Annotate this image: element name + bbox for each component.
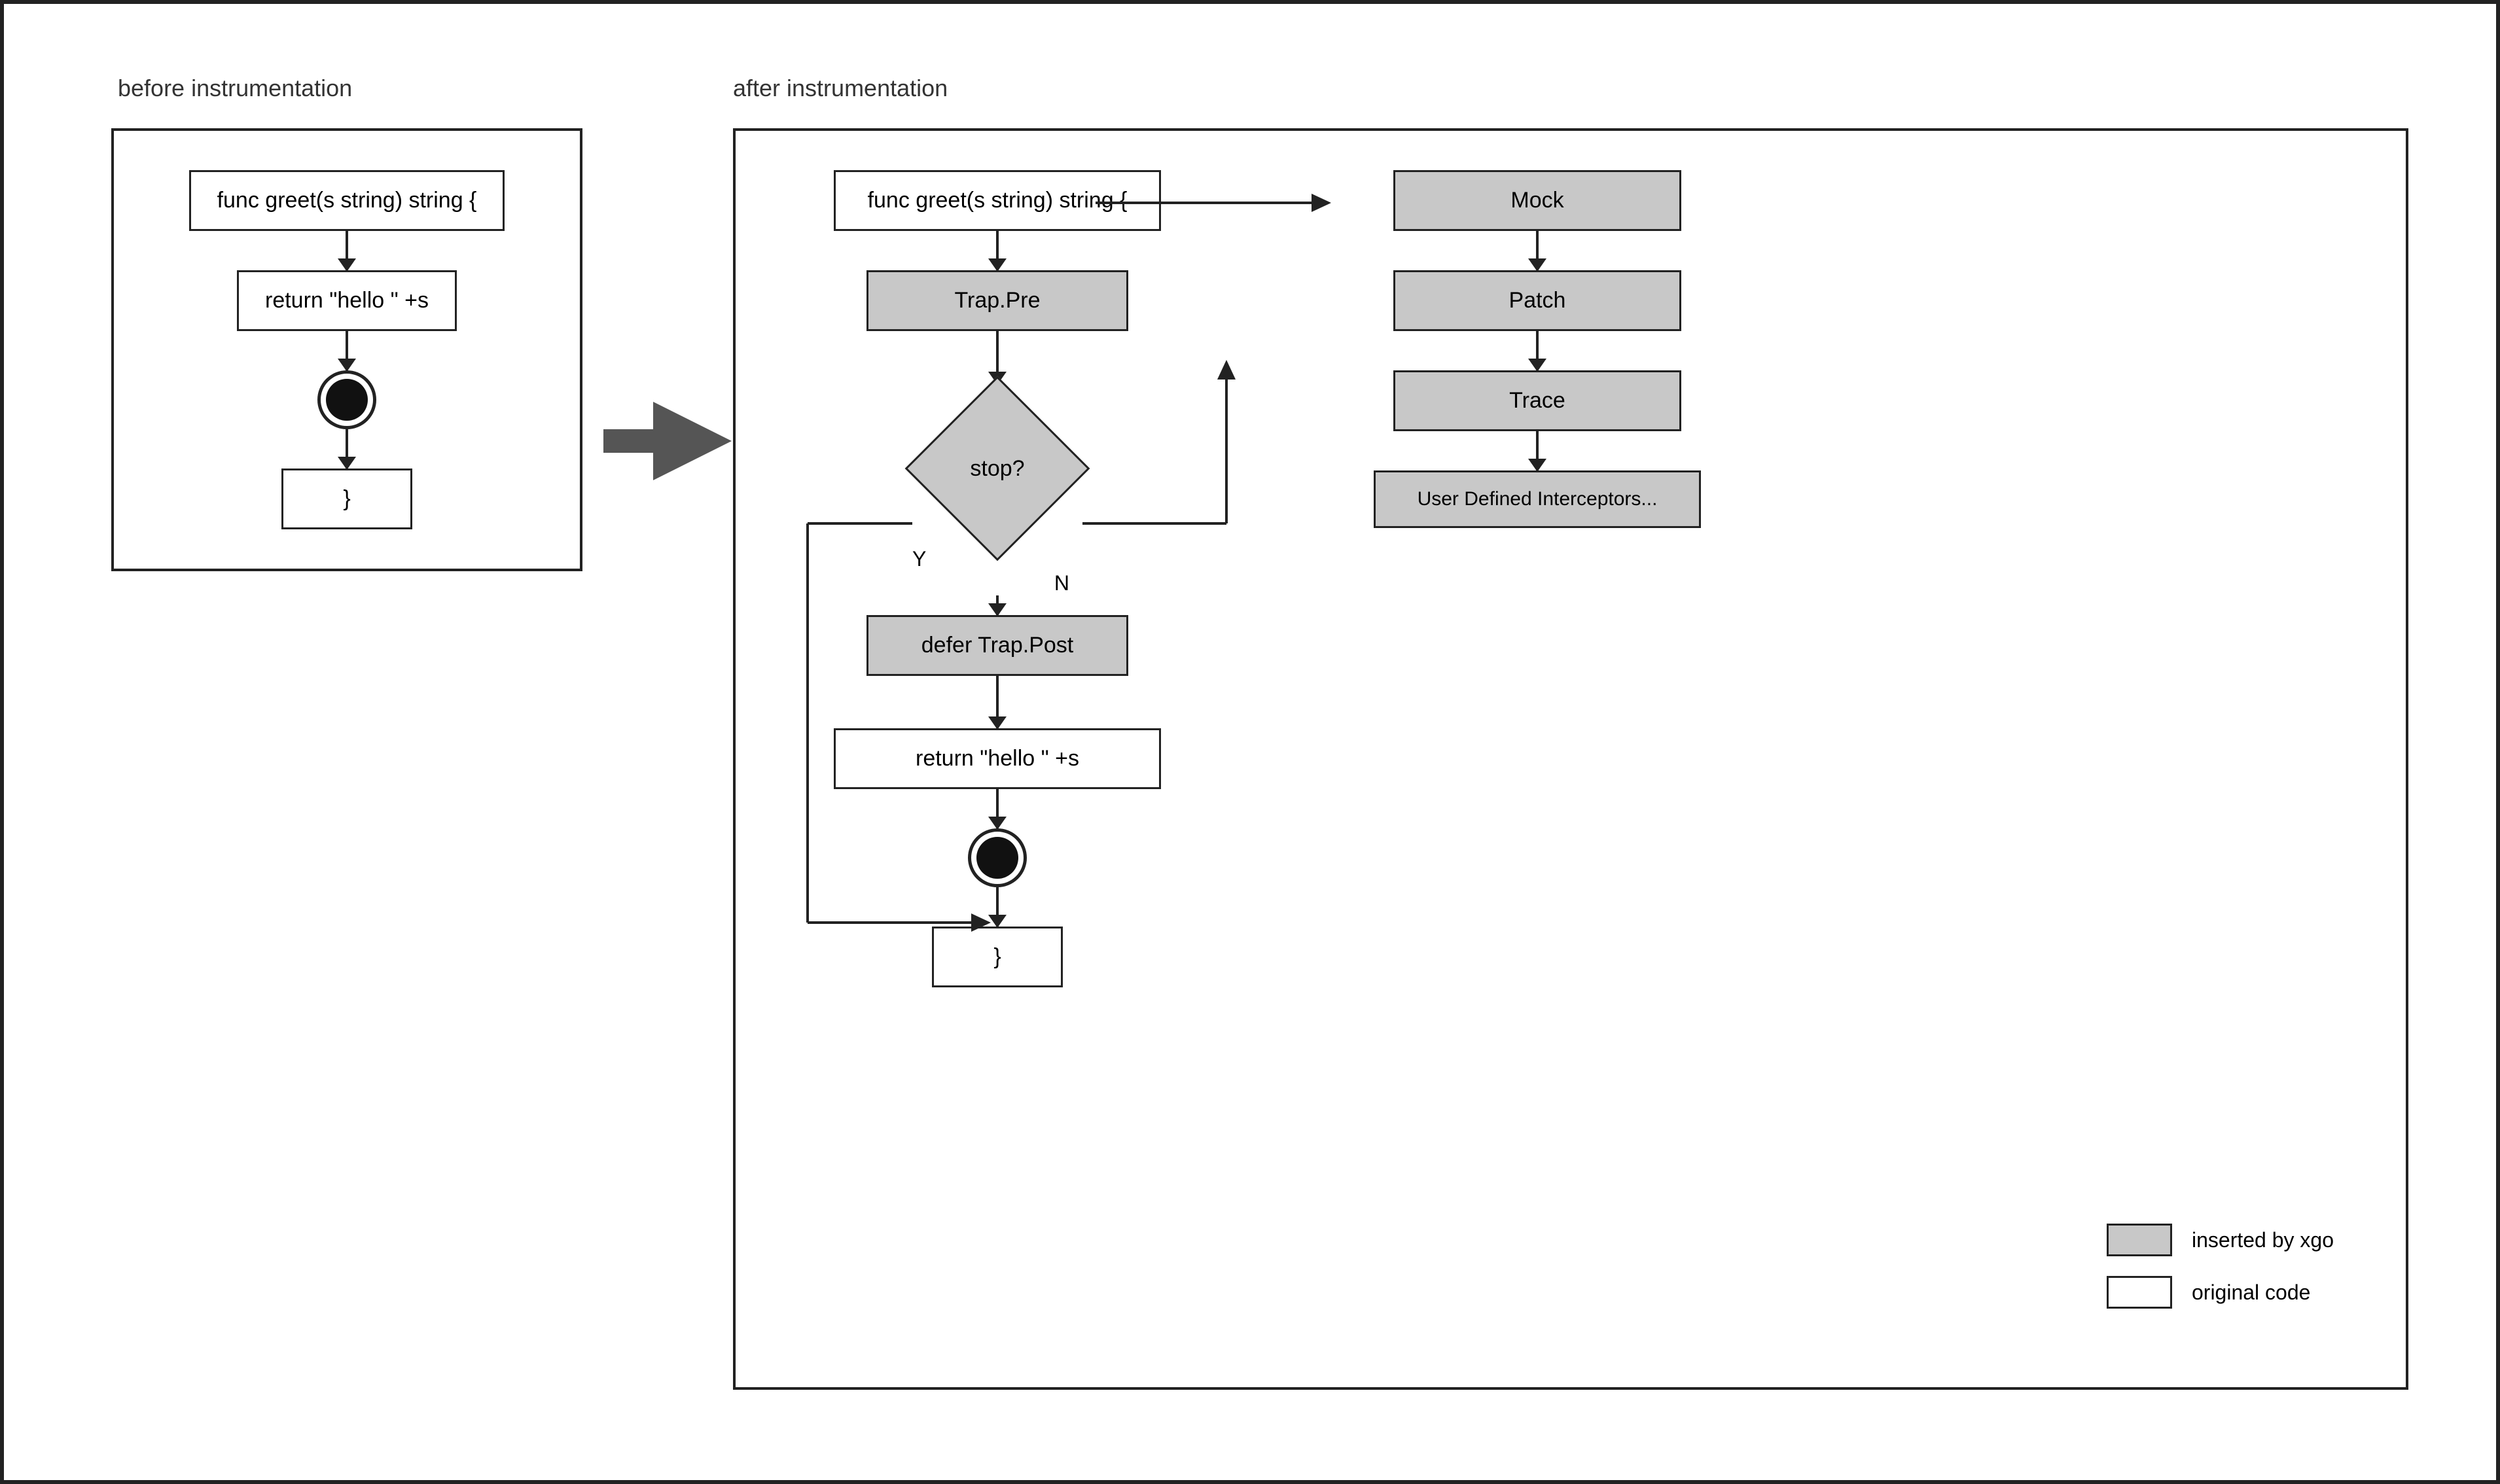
after-full-layout: func greet(s string) string { Trap.Pre s… [768,170,2373,1348]
legend-gray-box [2107,1224,2172,1256]
after-arrow-5 [996,887,999,927]
diamond-container: stop? [912,383,1082,554]
after-diagram: func greet(s string) string { Trap.Pre s… [733,128,2408,1390]
before-end-dot [326,379,368,421]
legend-white-label: original code [2192,1281,2310,1305]
after-mock: Mock [1393,170,1681,231]
after-arrow-4 [996,789,999,828]
after-end-circle [968,828,1027,887]
arrow-2 [346,331,348,370]
left-panel: before instrumentation func greet(s stri… [92,75,602,571]
after-arrow-n [996,595,999,615]
before-return: return "hello " +s [237,270,457,331]
after-closing: } [932,927,1063,987]
after-defer-trap: defer Trap.Post [866,615,1128,676]
stop-diamond-label: stop? [970,456,1024,482]
legend: inserted by xgo original code [2107,1224,2334,1309]
after-arrow-1 [996,231,999,270]
legend-white: original code [2107,1276,2334,1309]
after-arrow-3 [996,676,999,728]
after-user-defined: User Defined Interceptors... [1374,470,1701,528]
right-panel: after instrumentation func greet(s strin… [733,75,2408,1390]
before-label: before instrumentation [118,75,352,102]
after-trace: Trace [1393,370,1681,431]
before-closing: } [281,468,412,529]
legend-white-box [2107,1276,2172,1309]
side-arrow-2 [1536,331,1539,370]
after-end-dot [976,837,1018,879]
side-arrow-1 [1536,231,1539,270]
before-func-decl: func greet(s string) string { [189,170,505,231]
n-label: N [1054,571,1069,595]
after-label: after instrumentation [733,75,948,102]
transition-arrow [602,402,733,480]
after-side-col: Mock Patch Trace User Defined Intercepto… [1357,170,1717,528]
legend-gray: inserted by xgo [2107,1224,2334,1256]
n-row: N [912,571,1082,595]
after-return: return "hello " +s [834,728,1161,789]
arrow-head [653,402,732,480]
before-diagram: func greet(s string) string { return "he… [111,128,582,571]
main-container: before instrumentation func greet(s stri… [39,35,2461,1449]
after-trap-pre: Trap.Pre [866,270,1128,331]
after-main-col: func greet(s string) string { Trap.Pre s… [768,170,1226,987]
before-end-circle [317,370,376,429]
arrow-3 [346,429,348,468]
after-func-decl: func greet(s string) string { [834,170,1161,231]
after-patch: Patch [1393,270,1681,331]
legend-gray-label: inserted by xgo [2192,1228,2334,1252]
arrow-body [603,429,656,453]
arrow-1 [346,231,348,270]
side-arrow-3 [1536,431,1539,470]
